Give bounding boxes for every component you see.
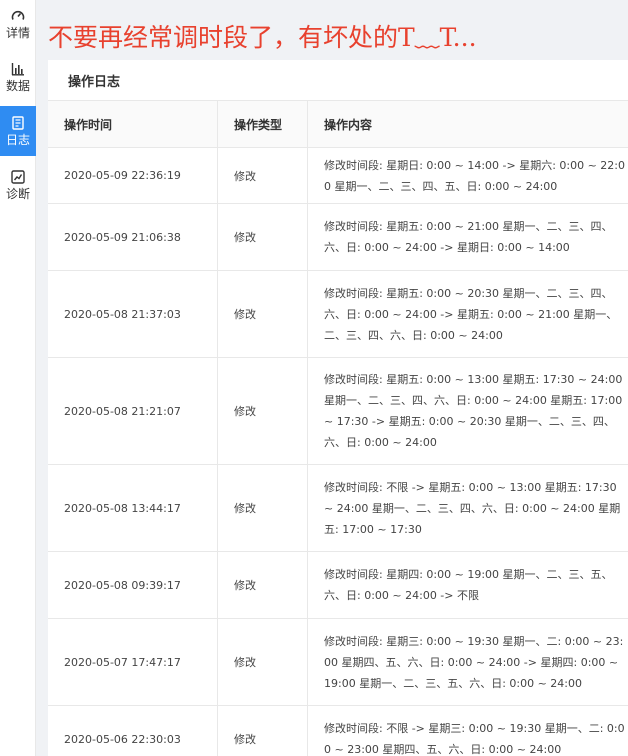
cell-content-text: 修改时间段: 星期三: 0:00 ~ 19:30 星期一、二: 0:00 ~ 2… [324,634,624,690]
cell-content-text: 修改时间段: 不限 -> 星期三: 0:00 ~ 19:30 星期一、二: 0:… [324,722,625,756]
cell-time: 2020-05-08 21:37:03 [48,271,218,357]
table-header: 操作时间 操作类型 操作内容 [48,101,628,148]
operation-log-panel: 操作日志 操作时间 操作类型 操作内容 2020-05-09 22:36:19 … [48,60,628,756]
sidebar-item-label: 详情 [5,25,30,40]
cell-type: 修改 [218,358,308,464]
cell-content-text: 修改时间段: 星期五: 0:00 ~ 13:00 星期五: 17:30 ~ 24… [324,373,623,449]
cell-content: 修改时间段: 星期四: 0:00 ~ 19:00 星期一、二、三、五、六、日: … [308,552,628,618]
cell-time: 2020-05-09 21:06:38 [48,204,218,270]
cell-content: 修改时间段: 不限 -> 星期三: 0:00 ~ 19:30 星期一、二: 0:… [308,706,628,756]
cell-content-text: 修改时间段: 星期四: 0:00 ~ 19:00 星期一、二、三、五、六、日: … [324,568,613,602]
cell-time: 2020-05-07 17:47:17 [48,619,218,705]
cell-content-text: 修改时间段: 星期日: 0:00 ~ 14:00 -> 星期六: 0:00 ~ … [324,158,626,193]
cell-content: 修改时间段: 星期五: 0:00 ~ 20:30 星期一、二、三、四、六、日: … [308,271,628,357]
sidebar-item-label: 诊断 [5,186,30,201]
cell-type: 修改 [218,706,308,756]
column-header-time: 操作时间 [48,101,218,147]
sidebar-item-label: 数据 [5,78,30,93]
document-icon [12,115,24,130]
table-row: 2020-05-08 09:39:17 修改 修改时间段: 星期四: 0:00 … [48,552,628,619]
table-row: 2020-05-08 21:21:07 修改 修改时间段: 星期五: 0:00 … [48,358,628,465]
sidebar-item-details[interactable]: 详情 [0,0,36,48]
cell-content: 修改时间段: 不限 -> 星期五: 0:00 ~ 13:00 星期五: 17:3… [308,465,628,551]
cell-time: 2020-05-06 22:30:03 [48,706,218,756]
trend-chart-icon [11,169,25,184]
table-row: 2020-05-09 21:06:38 修改 修改时间段: 星期五: 0:00 … [48,204,628,271]
cell-type: 修改 [218,148,308,203]
cell-time: 2020-05-08 21:21:07 [48,358,218,464]
cell-time: 2020-05-08 13:44:17 [48,465,218,551]
cell-content: 修改时间段: 星期五: 0:00 ~ 13:00 星期五: 17:30 ~ 24… [308,358,628,464]
sidebar-item-label: 日志 [5,132,30,147]
cell-content: 修改时间段: 星期五: 0:00 ~ 21:00 星期一、二、三、四、六、日: … [308,204,628,270]
panel-title: 操作日志 [48,60,628,101]
table-row: 2020-05-08 13:44:17 修改 修改时间段: 不限 -> 星期五:… [48,465,628,552]
table-row: 2020-05-08 21:37:03 修改 修改时间段: 星期五: 0:00 … [48,271,628,358]
sidebar-item-data[interactable]: 数据 [0,52,36,102]
cell-type: 修改 [218,465,308,551]
table-row: 2020-05-06 22:30:03 修改 修改时间段: 不限 -> 星期三:… [48,706,628,756]
sidebar: 详情 数据 日志 诊断 [0,0,36,756]
table-row: 2020-05-07 17:47:17 修改 修改时间段: 星期三: 0:00 … [48,619,628,706]
cell-time: 2020-05-09 22:36:19 [48,148,218,203]
cell-content: 修改时间段: 星期三: 0:00 ~ 19:30 星期一、二: 0:00 ~ 2… [308,619,628,705]
sidebar-item-log[interactable]: 日志 [0,106,36,156]
cell-content: 修改时间段: 星期日: 0:00 ~ 14:00 -> 星期六: 0:00 ~ … [308,148,628,203]
cell-type: 修改 [218,271,308,357]
table-row: 2020-05-09 22:36:19 修改 修改时间段: 星期日: 0:00 … [48,148,628,204]
log-table: 操作时间 操作类型 操作内容 2020-05-09 22:36:19 修改 修改… [48,101,628,756]
gauge-icon [11,10,25,20]
column-header-type: 操作类型 [218,101,308,147]
cell-content-text: 修改时间段: 不限 -> 星期五: 0:00 ~ 13:00 星期五: 17:3… [324,480,621,536]
annotation-banner: 不要再经常调时段了，有坏处的T﹏T... [48,23,477,52]
sidebar-item-diagnosis[interactable]: 诊断 [0,160,36,210]
cell-content-text: 修改时间段: 星期五: 0:00 ~ 21:00 星期一、二、三、四、六、日: … [324,220,613,254]
bar-chart-icon [11,62,24,76]
cell-type: 修改 [218,552,308,618]
cell-type: 修改 [218,619,308,705]
cell-time: 2020-05-08 09:39:17 [48,552,218,618]
cell-type: 修改 [218,204,308,270]
cell-content-text: 修改时间段: 星期五: 0:00 ~ 20:30 星期一、二、三、四、六、日: … [324,286,618,342]
column-header-content: 操作内容 [324,117,373,132]
